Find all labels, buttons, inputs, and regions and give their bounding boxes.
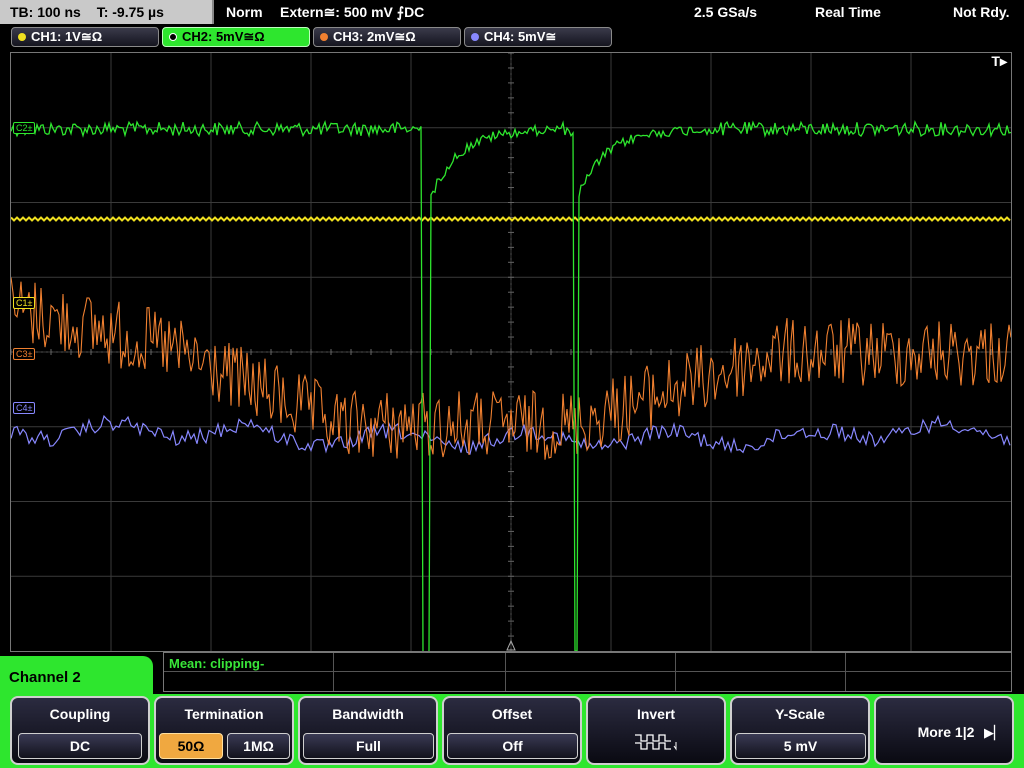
offset-value[interactable]: Off	[447, 733, 578, 759]
invert-waveform-icon	[635, 734, 677, 751]
tab-ch3[interactable]: CH3: 2mV≅Ω	[313, 27, 461, 47]
trigger-source[interactable]: Extern≅: 500 mV ⨍DC	[280, 0, 424, 24]
coupling-softkey[interactable]: Coupling DC	[10, 696, 150, 765]
channel-tabs: CH1: 1V≅Ω CH2: 5mV≅Ω CH3: 2mV≅Ω CH4: 5mV…	[0, 26, 1024, 48]
tab-ch2[interactable]: CH2: 5mV≅Ω	[162, 27, 310, 47]
measurement-divider	[164, 671, 1011, 672]
ch3-color-dot	[320, 33, 328, 41]
coupling-title: Coupling	[49, 706, 111, 722]
ch4-offset-marker[interactable]: C4±	[13, 402, 36, 414]
invert-softkey[interactable]: Invert	[586, 696, 726, 765]
tab-ch4[interactable]: CH4: 5mV≅	[464, 27, 612, 47]
acquisition-mode: Real Time	[815, 4, 881, 20]
trigger-mode[interactable]: Norm	[226, 0, 263, 24]
measurement-panel[interactable]: Mean: clipping-	[163, 652, 1012, 692]
ch2-offset-marker[interactable]: C2±	[13, 122, 36, 134]
offset-title: Offset	[491, 706, 533, 722]
waveform-canvas	[11, 53, 1011, 651]
offset-softkey[interactable]: Offset Off	[442, 696, 582, 765]
timebase-box[interactable]: TB: 100 ns T: -9.75 µs	[0, 0, 214, 24]
tab-ch1[interactable]: CH1: 1V≅Ω	[11, 27, 159, 47]
softkey-bar: Coupling DC Termination 50Ω 1MΩ Bandwidt…	[0, 694, 1024, 768]
ch4-color-dot	[471, 33, 479, 41]
measurement-cell-divider	[505, 653, 506, 691]
more-softkey[interactable]: More 1|2 ▶▏	[874, 696, 1014, 765]
trigger-marker-icon: T▸	[991, 53, 1007, 69]
ch2-color-dot	[169, 33, 177, 41]
bandwidth-softkey[interactable]: Bandwidth Full	[298, 696, 438, 765]
ch1-color-dot	[18, 33, 26, 41]
bandwidth-value[interactable]: Full	[303, 733, 434, 759]
coupling-value[interactable]: DC	[18, 733, 142, 759]
yscale-title: Y-Scale	[775, 706, 825, 722]
ch1-trace	[11, 216, 1011, 222]
measurement-mean: Mean: clipping-	[169, 656, 265, 671]
yscale-value[interactable]: 5 mV	[735, 733, 866, 759]
sample-rate: 2.5 GSa/s	[694, 4, 758, 20]
bandwidth-title: Bandwidth	[332, 706, 404, 722]
yscale-softkey[interactable]: Y-Scale 5 mV	[730, 696, 870, 765]
measurement-cell-divider	[845, 653, 846, 691]
measurement-cell-divider	[675, 653, 676, 691]
next-page-arrow-icon: ▶▏	[984, 725, 1004, 740]
termination-1mohm-option[interactable]: 1MΩ	[227, 733, 290, 759]
termination-softkey[interactable]: Termination 50Ω 1MΩ	[154, 696, 294, 765]
termination-50ohm-option[interactable]: 50Ω	[159, 733, 223, 759]
invert-title: Invert	[636, 706, 676, 722]
ch1-offset-marker[interactable]: C1±	[13, 297, 36, 309]
tab-ch1-label: CH1: 1V≅Ω	[31, 29, 103, 44]
tab-ch3-label: CH3: 2mV≅Ω	[333, 29, 416, 44]
measurement-cell-divider	[333, 653, 334, 691]
status-bar: TB: 100 ns T: -9.75 µs Norm Extern≅: 500…	[0, 0, 1024, 24]
tab-ch4-label: CH4: 5mV≅	[484, 29, 557, 44]
ch3-offset-marker[interactable]: C3±	[13, 348, 36, 360]
tab-ch2-label: CH2: 5mV≅Ω	[182, 29, 265, 44]
termination-title: Termination	[184, 706, 264, 722]
acquisition-state: Not Rdy.	[953, 4, 1010, 20]
trigger-time-value: T: -9.75 µs	[96, 4, 164, 20]
timebase-value: TB: 100 ns	[10, 4, 81, 20]
waveform-display[interactable]: T▸ C2± C1± C3± C4±	[10, 52, 1012, 652]
